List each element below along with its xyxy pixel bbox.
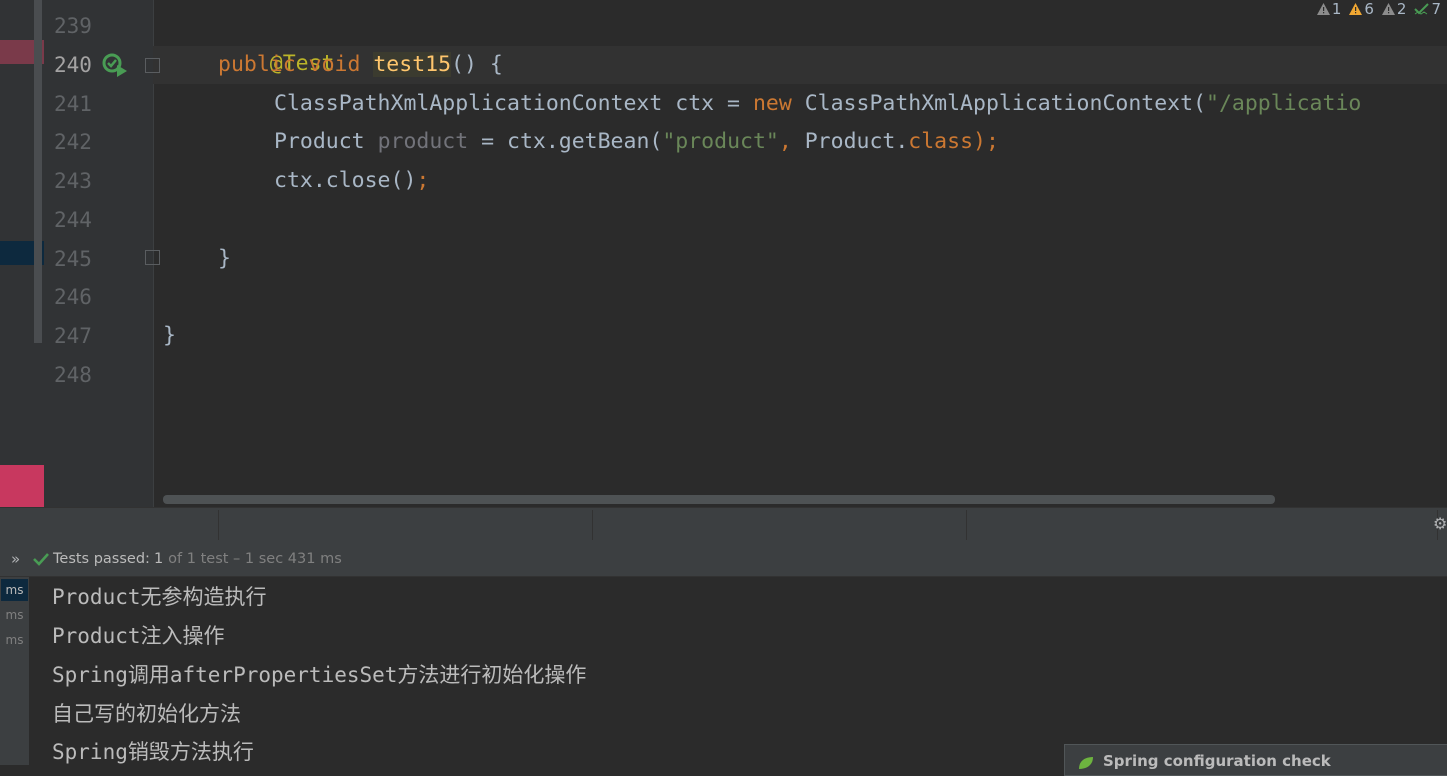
spring-leaf-icon bbox=[1079, 757, 1093, 769]
tool-header-segment[interactable] bbox=[0, 510, 219, 540]
line-number: 239 bbox=[54, 14, 92, 38]
code-text: , bbox=[778, 129, 805, 154]
test-tree-item[interactable]: ms bbox=[1, 629, 28, 651]
code-text: ctx.close() bbox=[274, 168, 417, 193]
inspection-weak-warnings[interactable]: 2 bbox=[1381, 0, 1407, 18]
check-icon bbox=[33, 552, 49, 566]
line-number: 244 bbox=[54, 208, 92, 232]
run-test-icon[interactable] bbox=[102, 52, 128, 78]
code-text: ; bbox=[416, 168, 430, 193]
line-number: 240 bbox=[54, 53, 92, 77]
inspection-count: 1 bbox=[1331, 0, 1342, 18]
tool-header-segment[interactable] bbox=[593, 510, 967, 540]
line-number: 245 bbox=[54, 247, 92, 271]
line-number: 248 bbox=[54, 363, 92, 387]
tests-passed-details: of 1 test – 1 sec 431 ms bbox=[168, 550, 342, 567]
line-number: 246 bbox=[54, 285, 92, 309]
fold-marker-icon[interactable] bbox=[145, 58, 160, 73]
expand-chevron-icon[interactable]: » bbox=[11, 550, 31, 568]
code-text: Product. bbox=[804, 129, 909, 154]
warning-yellow-icon bbox=[1349, 3, 1363, 15]
test-status-bar: » Tests passed: 1 of 1 test – 1 sec 431 … bbox=[0, 541, 1447, 577]
code-text: Product bbox=[274, 129, 378, 154]
line-number: 242 bbox=[54, 130, 92, 154]
code-line-241: ClassPathXmlApplicationContext ctx = new… bbox=[274, 85, 1361, 123]
console-line: 自己写的初始化方法 bbox=[52, 702, 241, 726]
string-literal: "product" bbox=[662, 129, 779, 154]
test-tree-item[interactable]: ms bbox=[1, 579, 28, 601]
inspection-count: 7 bbox=[1431, 0, 1441, 18]
tool-window-header: ⚙ bbox=[0, 507, 1447, 541]
line-number: 247 bbox=[54, 324, 92, 348]
warning-gray-icon bbox=[1316, 3, 1330, 15]
keyword: new bbox=[752, 91, 792, 116]
inspection-count: 6 bbox=[1364, 0, 1374, 18]
tool-header-segment[interactable] bbox=[967, 510, 1438, 540]
tool-header-segment[interactable] bbox=[219, 510, 593, 540]
closing-brace: } bbox=[218, 246, 231, 271]
test-tree-panel: ms ms ms bbox=[0, 577, 29, 765]
keyword: void bbox=[308, 52, 361, 77]
inspection-count: 2 bbox=[1396, 0, 1407, 18]
method-name: test15 bbox=[373, 52, 452, 77]
keyword: class bbox=[908, 129, 974, 154]
keyword: public bbox=[218, 52, 296, 77]
code-text: () { bbox=[451, 52, 503, 77]
code-text: = ctx.getBean( bbox=[468, 129, 663, 154]
code-text: ClassPathXmlApplicationContext ctx = bbox=[274, 91, 753, 116]
code-text: ); bbox=[973, 129, 999, 154]
code-line-242: Product product = ctx.getBean("product",… bbox=[274, 123, 999, 161]
horizontal-scrollbar[interactable] bbox=[163, 495, 1275, 504]
console-output[interactable]: Product无参构造执行 Product注入操作 Spring调用afterP… bbox=[29, 577, 1447, 765]
closing-brace: } bbox=[163, 323, 176, 348]
console-line: Product注入操作 bbox=[52, 624, 225, 648]
code-editor[interactable]: 239 240 241 242 243 244 245 246 247 248 … bbox=[0, 0, 1447, 507]
string-literal: "/applicatio bbox=[1206, 91, 1362, 116]
code-line-240: public void test15() { bbox=[218, 46, 503, 84]
console-line: Spring调用afterPropertiesSet方法进行初始化操作 bbox=[52, 663, 587, 687]
console-line: Product无参构造执行 bbox=[52, 585, 267, 609]
inspections-widget[interactable]: 1 6 2 7 bbox=[1316, 0, 1441, 18]
warning-gray-icon bbox=[1381, 3, 1395, 15]
notification-popup[interactable]: Spring configuration check bbox=[1064, 744, 1447, 776]
line-number: 243 bbox=[54, 169, 92, 193]
tests-passed-label: Tests passed: bbox=[53, 550, 150, 567]
typo-check-icon bbox=[1414, 3, 1430, 15]
fold-marker-icon[interactable] bbox=[145, 250, 160, 265]
console-line: Spring销毁方法执行 bbox=[52, 740, 254, 764]
line-number: 241 bbox=[54, 92, 92, 116]
editor-left-strip bbox=[0, 0, 44, 507]
code-line-243: ctx.close(); bbox=[274, 162, 429, 200]
inspection-typos[interactable]: 7 bbox=[1414, 0, 1441, 18]
inspection-warnings[interactable]: 6 bbox=[1349, 0, 1374, 18]
tests-passed-count: 1 bbox=[153, 550, 164, 567]
error-stripe-mark[interactable] bbox=[0, 465, 44, 507]
test-tree-item[interactable]: ms bbox=[1, 604, 28, 626]
code-line-247: } bbox=[163, 317, 176, 355]
strip-scrollbar[interactable] bbox=[34, 0, 42, 343]
code-text: ClassPathXmlApplicationContext( bbox=[791, 91, 1206, 116]
gear-icon[interactable]: ⚙ bbox=[1433, 516, 1447, 532]
notification-title: Spring configuration check bbox=[1103, 752, 1331, 770]
unused-variable: product bbox=[377, 129, 469, 154]
inspection-weak-warnings[interactable]: 1 bbox=[1316, 0, 1342, 18]
code-line-245: } bbox=[218, 240, 231, 278]
